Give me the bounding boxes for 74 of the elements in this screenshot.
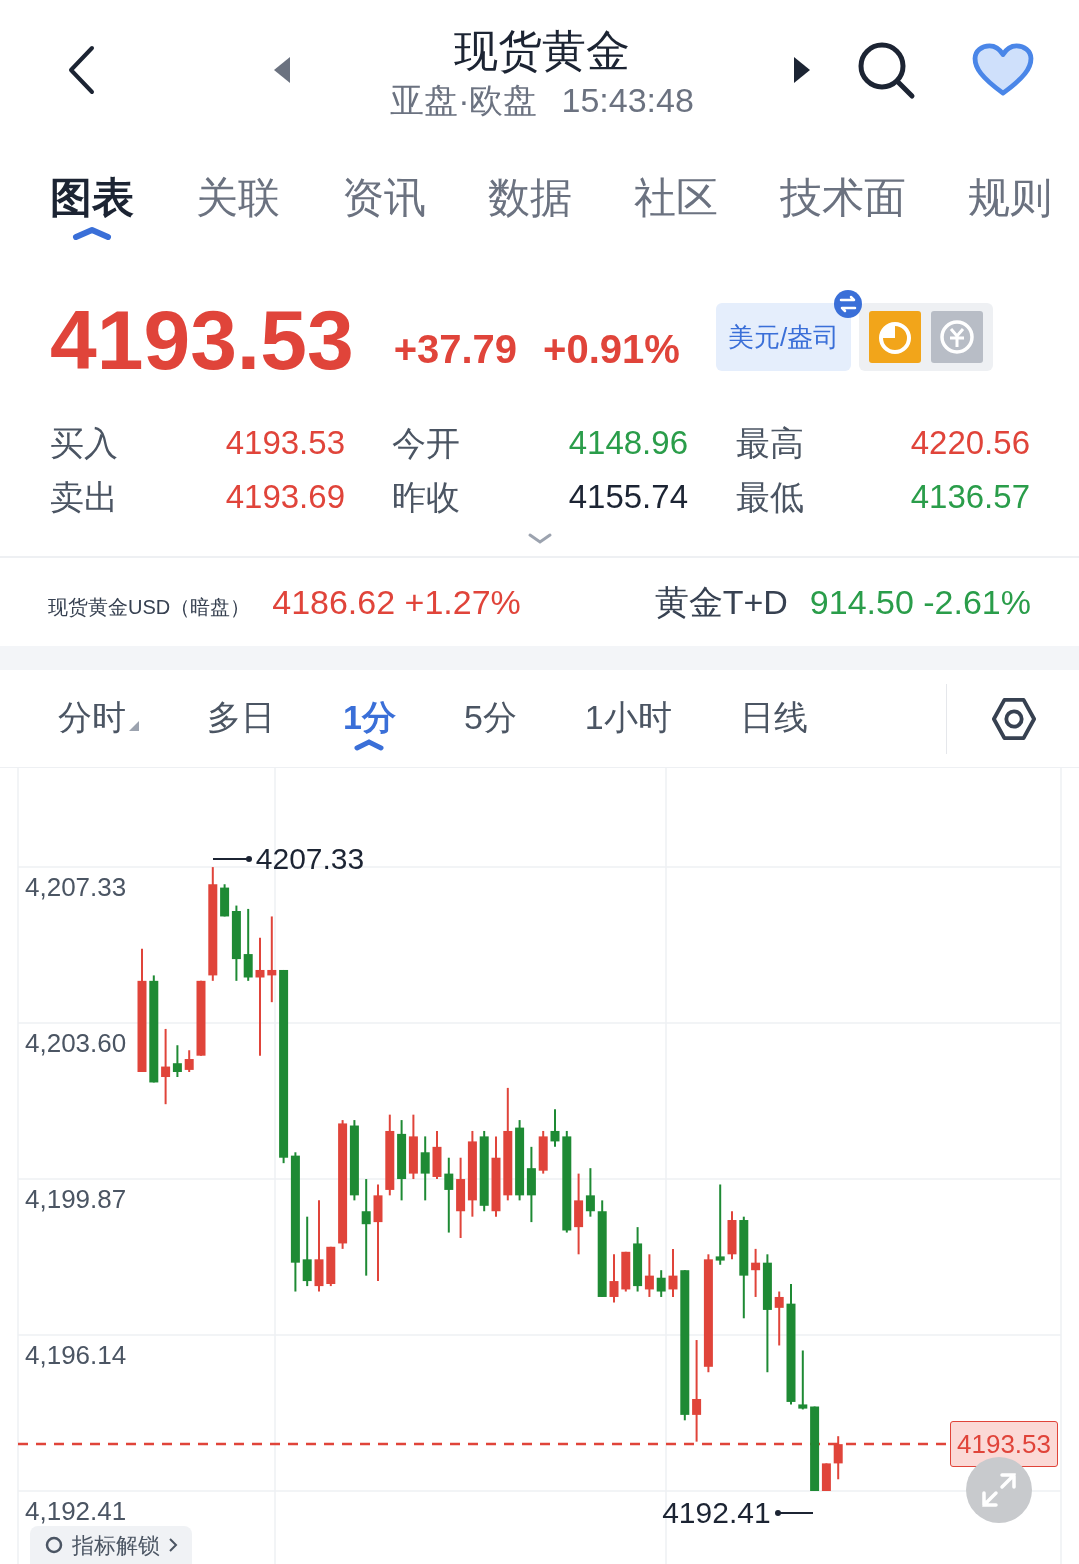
candle [774, 1290, 784, 1347]
last-price-tag: 4193.53 [950, 1421, 1058, 1468]
time-label: 15:43:48 [561, 80, 694, 121]
price-change: +37.79 [393, 326, 518, 373]
period-tab[interactable]: 分时 [58, 694, 139, 757]
instrument-quote: 914.50 -2.61% [809, 581, 1031, 623]
search-icon[interactable] [856, 40, 916, 100]
axis-label: 4,199.87 [25, 1184, 127, 1215]
tab[interactable]: 技术面 [780, 170, 906, 250]
candle [432, 1129, 442, 1181]
stat-label: 最低 [736, 477, 805, 518]
candle [833, 1435, 843, 1481]
stat-value: 4193.53 [224, 423, 346, 463]
candle [609, 1253, 619, 1304]
leader-line [774, 1510, 815, 1516]
period-tab[interactable]: 5分 [463, 694, 517, 757]
selected-indicator-icon [72, 226, 112, 240]
tab[interactable]: 图表 [50, 170, 134, 250]
stat-value: 4220.56 [909, 423, 1030, 463]
settings-icon[interactable] [991, 695, 1037, 742]
low-price-marker: 4192.41 [662, 1495, 771, 1531]
candle [408, 1113, 418, 1181]
period-tab[interactable]: 1小时 [584, 694, 672, 757]
period-tab[interactable]: 日线 [739, 694, 808, 757]
page-title: 现货黄金 [454, 25, 630, 77]
instrument-name[interactable]: 现货黄金USD（暗盘） [48, 591, 251, 622]
ring-icon [44, 1535, 64, 1555]
selected-indicator-icon [354, 738, 385, 751]
expand-chevron-icon[interactable] [526, 532, 553, 546]
indicator-unlock-button[interactable]: 指标解锁 [30, 1526, 192, 1564]
candle [326, 1245, 336, 1288]
stat-value: 4148.96 [567, 423, 689, 463]
chevron-right-icon [168, 1537, 178, 1553]
previous-icon[interactable] [272, 55, 292, 85]
candle [621, 1250, 631, 1293]
tab[interactable]: 数据 [488, 170, 572, 250]
leader-line [212, 856, 253, 863]
stat-label: 卖出 [50, 477, 119, 518]
session-label: 亚盘·欧盘 [390, 80, 538, 121]
last-price: 4193.53 [50, 298, 354, 382]
stat-label: 最高 [736, 423, 805, 464]
period-tab[interactable]: 1分 [343, 694, 396, 757]
swap-icon[interactable] [833, 289, 864, 319]
stat-value: 4155.74 [567, 477, 689, 517]
stat-label: 昨收 [392, 477, 461, 518]
axis-label: 4,203.60 [25, 1028, 127, 1059]
stat-value: 4136.57 [909, 477, 1030, 517]
candle [668, 1247, 678, 1298]
stat-value: 4193.69 [224, 477, 346, 517]
heart-icon[interactable] [972, 43, 1034, 97]
axis-label: 4,192.41 [25, 1496, 127, 1526]
percent-change: +0.91% [543, 326, 680, 373]
candle [727, 1210, 737, 1261]
period-tab[interactable]: 多日 [207, 694, 275, 757]
candle [184, 1049, 194, 1073]
instrument-quote: 4186.62 +1.27% [272, 581, 521, 623]
axis-label: 4,196.14 [25, 1340, 127, 1370]
candle [538, 1129, 548, 1175]
high-price-marker: 4207.33 [255, 841, 365, 878]
stat-label: 今开 [392, 423, 461, 464]
candle [550, 1108, 560, 1148]
instrument-name[interactable]: 黄金T+D [654, 576, 788, 628]
back-icon[interactable] [66, 45, 96, 95]
unit-toggle-button[interactable]: 美元/盎司 [715, 303, 852, 371]
axis-label: 4,207.33 [25, 872, 127, 903]
stat-label: 买入 [50, 423, 119, 464]
next-icon[interactable] [792, 55, 812, 85]
tab[interactable]: 规则 [968, 170, 1052, 250]
tab[interactable]: 关联 [196, 170, 280, 250]
candle [798, 1349, 808, 1411]
candle [420, 1135, 430, 1202]
candle [656, 1269, 666, 1298]
tab[interactable]: 资讯 [342, 170, 426, 250]
tab[interactable]: 社区 [634, 170, 718, 250]
